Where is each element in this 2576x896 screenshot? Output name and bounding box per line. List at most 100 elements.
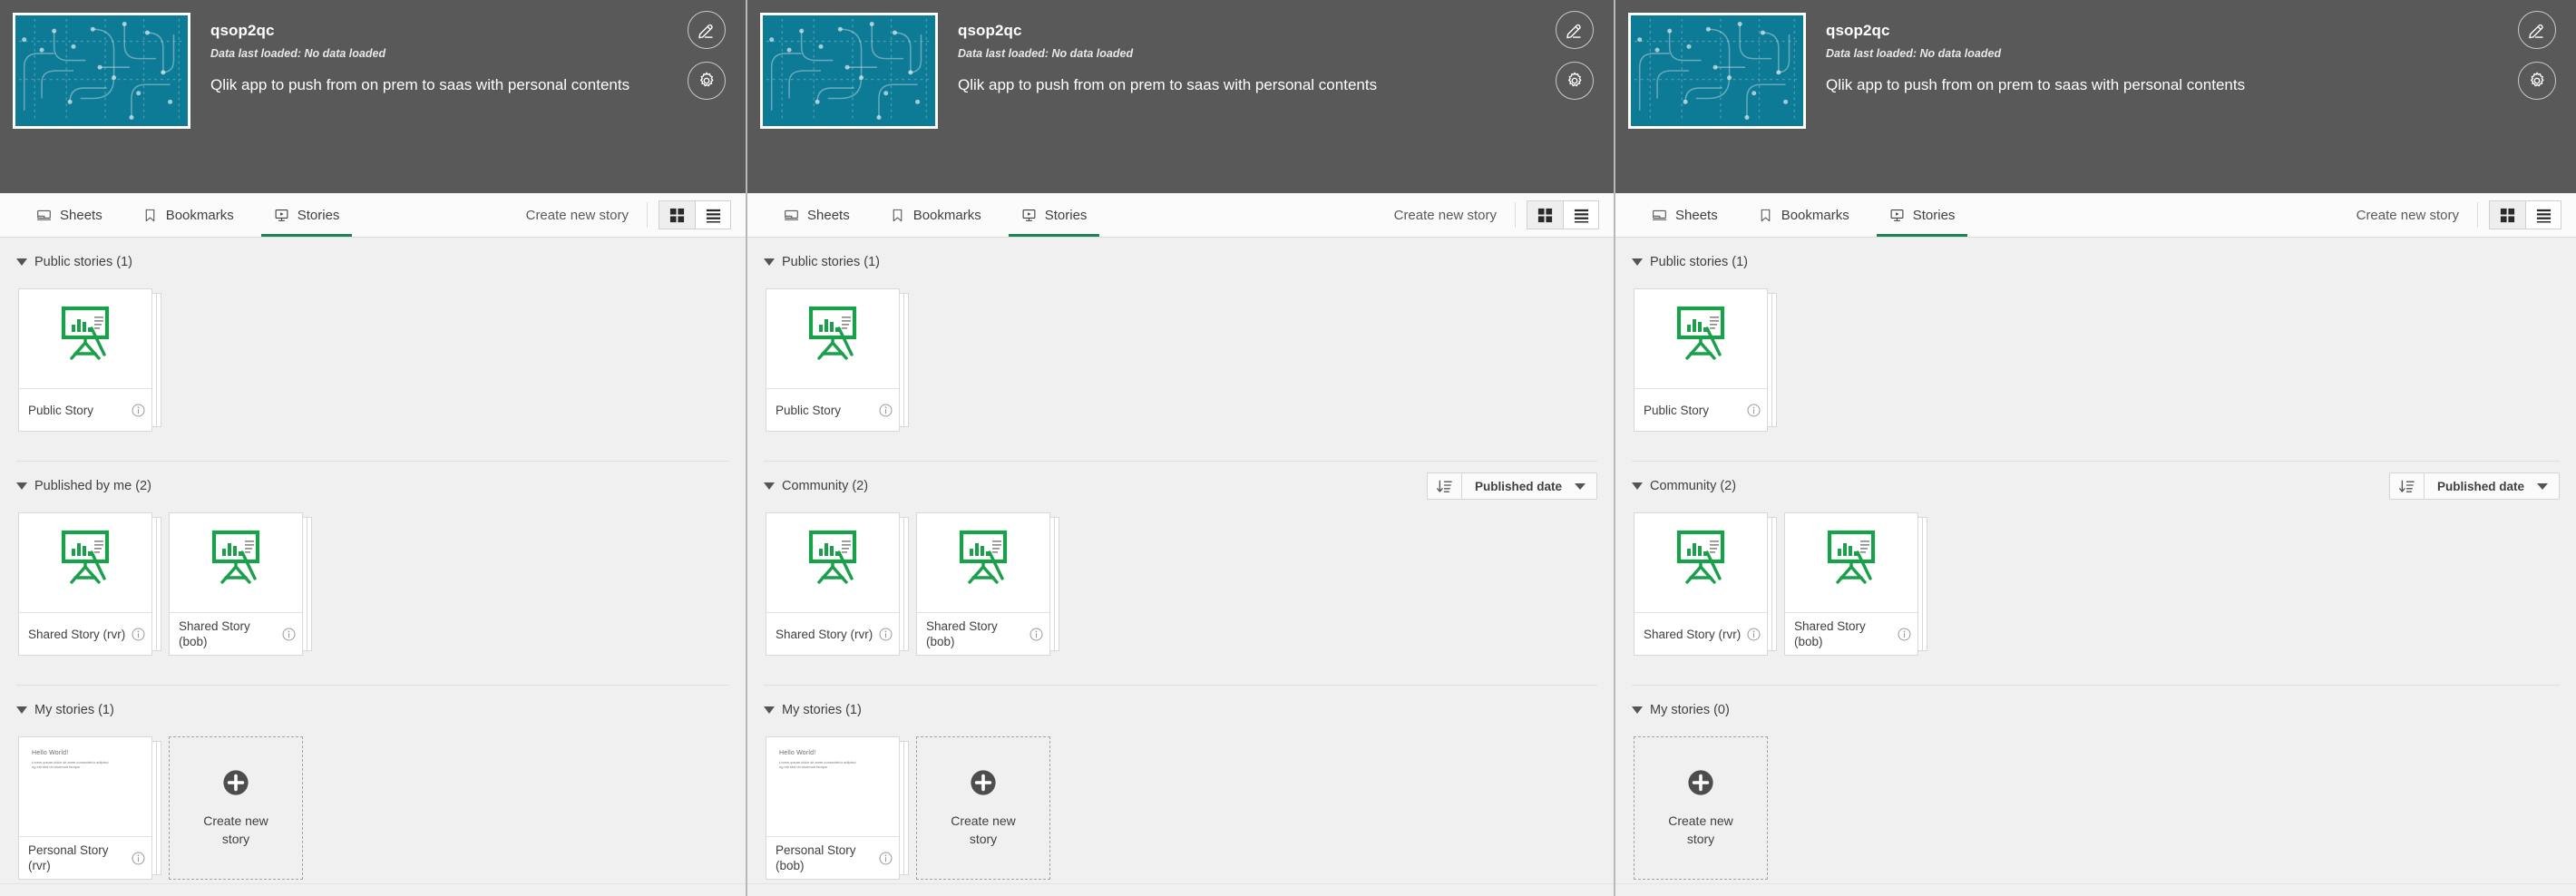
tab-bookmarks[interactable]: Bookmarks [870,193,1001,237]
app-header-actions [688,11,726,100]
edit-app-button[interactable] [1556,11,1594,49]
app-header-actions [2518,11,2556,100]
section-title: Published by me (2) [34,479,151,493]
grid-view-button[interactable] [1527,200,1563,229]
caret-down-icon[interactable] [16,706,27,714]
story-card[interactable]: Hello World! Lorem ipsum dolor sit amet c… [766,736,900,880]
section-title: Public stories (1) [1650,255,1748,269]
story-card[interactable]: Shared Story (bob) [1784,512,1918,656]
tab-stories[interactable]: Stories [254,193,360,237]
caret-down-icon[interactable] [764,706,775,714]
list-view-button[interactable] [1563,200,1599,229]
story-card[interactable]: Shared Story (rvr) [1634,512,1768,656]
tab-stories[interactable]: Stories [1001,193,1107,237]
create-new-story-link[interactable]: Create new story [2338,208,2477,223]
create-new-story-tile[interactable]: Create new story [169,736,303,880]
section-header: Public stories (1) [764,250,1597,274]
info-circle-icon[interactable] [878,403,893,418]
horizontal-scroll-rail[interactable] [747,883,1614,896]
create-new-story-link[interactable]: Create new story [508,208,647,223]
tab-sheets[interactable]: Sheets [1632,193,1738,237]
sort-order-button[interactable] [1426,472,1461,500]
list-view-button[interactable] [695,200,731,229]
caret-down-icon[interactable] [764,258,775,266]
tab-bookmarks[interactable]: Bookmarks [122,193,254,237]
tab-bookmarks[interactable]: Bookmarks [1738,193,1869,237]
story-card[interactable]: Shared Story (rvr) [766,512,900,656]
toolbar: Sheets Bookmarks Stories Create new story [0,193,746,238]
app-meta: qsop2qc Data last loaded: No data loaded Q… [958,7,1614,94]
create-new-story-link[interactable]: Create new story [1376,208,1515,223]
story-card-footer: Shared Story (bob) [170,613,302,655]
toolbar-divider [647,202,648,228]
three-panel-screen: qsop2qc Data last loaded: No data loaded Q… [0,0,2576,896]
plus-circle-icon [970,769,997,801]
story-card-footer: Personal Story (rvr) [19,837,151,879]
info-circle-icon[interactable] [131,403,146,418]
caret-down-icon[interactable] [1632,258,1643,266]
info-circle-icon[interactable] [1746,403,1761,418]
app-title: qsop2qc [958,22,1022,39]
app-settings-button[interactable] [2518,62,2556,100]
panel-body: Public stories (1) Public Story Communit… [747,238,1614,896]
story-card-wrapper: Public Story [1634,288,1777,432]
story-card-footer: Shared Story (rvr) [766,613,899,655]
story-card[interactable]: Public Story [766,288,900,432]
story-text-preview: Hello World! Lorem ipsum dolor sit amet c… [19,737,151,836]
sort-order-button[interactable] [2388,472,2424,500]
story-card[interactable]: Shared Story (bob) [916,512,1050,656]
tab-label: Sheets [60,207,102,223]
list-view-icon [706,209,720,222]
tab-sheets[interactable]: Sheets [764,193,870,237]
story-card[interactable]: Public Story [18,288,152,432]
caret-down-icon[interactable] [1632,482,1643,490]
caret-down-icon[interactable] [16,482,27,490]
story-card-name: Shared Story (rvr) [776,627,873,641]
tab-stories[interactable]: Stories [1869,193,1976,237]
app-description: Qlik app to push from on prem to saas wi… [1826,76,2246,93]
story-card-thumbnail: Hello World! Lorem ipsum dolor sit amet c… [19,737,151,837]
toolbar-divider [1515,202,1516,228]
create-new-story-tile[interactable]: Create new story [1634,736,1768,880]
story-card[interactable]: Shared Story (rvr) [18,512,152,656]
story-section: Public stories (1) Public Story [1632,238,2560,448]
chevron-down-icon [2537,482,2548,490]
create-new-story-tile[interactable]: Create new story [916,736,1050,880]
info-circle-icon[interactable] [1029,627,1044,642]
story-card[interactable]: Hello World! Lorem ipsum dolor sit amet c… [18,736,152,880]
info-circle-icon[interactable] [1897,627,1912,642]
info-circle-icon[interactable] [131,627,146,642]
info-circle-icon[interactable] [131,851,146,866]
grid-view-button[interactable] [659,200,695,229]
horizontal-scroll-rail[interactable] [0,883,746,896]
story-card-name: Shared Story (bob) [179,619,250,648]
list-view-button[interactable] [2525,200,2561,229]
edit-app-button[interactable] [2518,11,2556,49]
app-header: qsop2qc Data last loaded: No data loaded Q… [1615,0,2576,193]
sort-field-dropdown[interactable]: Published date [1460,472,1597,500]
story-card-wrapper: Shared Story (rvr) [18,512,161,656]
sort-field-dropdown[interactable]: Published date [2423,472,2560,500]
story-section: My stories (1) Hello World! Lorem ipsum do… [764,685,1597,896]
caret-down-icon[interactable] [764,482,775,490]
app-settings-button[interactable] [1556,62,1594,100]
app-data-last-loaded: Data last loaded: No data loaded [210,47,386,60]
story-card[interactable]: Public Story [1634,288,1768,432]
edit-app-button[interactable] [688,11,726,49]
panel-middle: qsop2qc Data last loaded: No data loaded Q… [747,0,1615,896]
horizontal-scroll-rail[interactable] [1615,883,2576,896]
caret-down-icon[interactable] [16,258,27,266]
grid-view-button[interactable] [2489,200,2525,229]
info-circle-icon[interactable] [1746,627,1761,642]
story-card-thumbnail: Hello World! Lorem ipsum dolor sit amet c… [766,737,899,837]
info-circle-icon[interactable] [878,627,893,642]
app-header-actions [1556,11,1594,100]
story-section: Community (2) Published date Shared Stor… [1632,461,2560,672]
app-thumbnail [1628,13,1806,129]
caret-down-icon[interactable] [1632,706,1643,714]
app-settings-button[interactable] [688,62,726,100]
story-card[interactable]: Shared Story (bob) [169,512,303,656]
info-circle-icon[interactable] [281,627,297,642]
info-circle-icon[interactable] [878,851,893,866]
tab-sheets[interactable]: Sheets [16,193,122,237]
